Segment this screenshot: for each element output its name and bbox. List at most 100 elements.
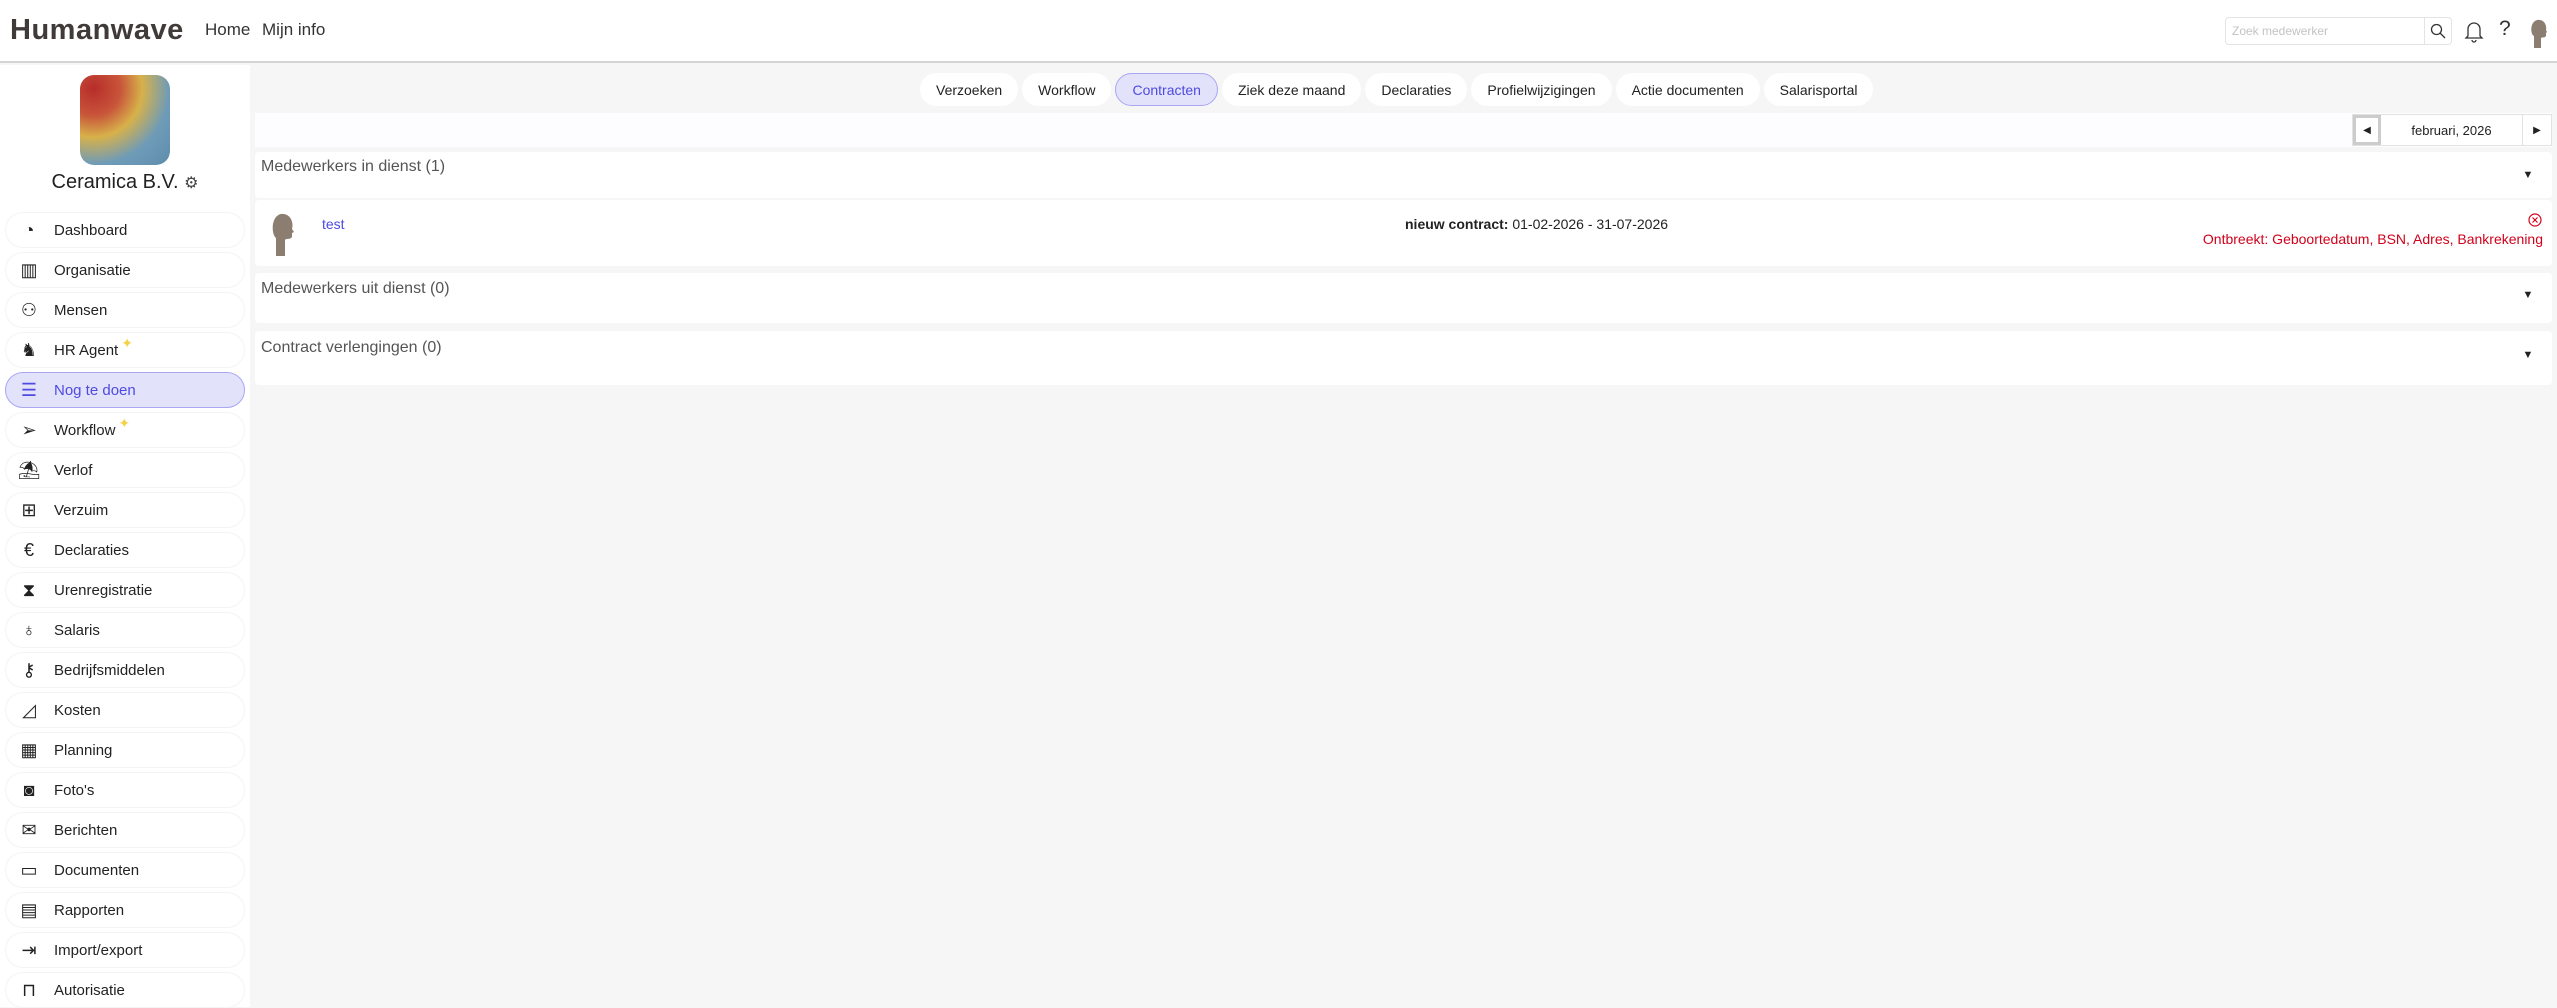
current-month: februari, 2026	[2381, 115, 2523, 145]
sidebar-item-label: Declaraties	[54, 541, 130, 559]
pie-chart-icon: ◔	[23, 219, 35, 240]
folder-icon: ▭	[20, 859, 38, 880]
sidebar-item-verlof[interactable]: ⛱ Verlof	[5, 452, 245, 488]
sidebar-item-label: Kosten	[54, 701, 101, 719]
sparkle-icon: ✦	[121, 334, 133, 351]
sidebar-item-label: Documenten	[54, 861, 140, 879]
sidebar-item-label: Verlof	[54, 461, 93, 479]
tab-verzoeken[interactable]: Verzoeken	[920, 73, 1019, 106]
search-input[interactable]	[2226, 18, 2424, 44]
sidebar-item-planning[interactable]: ▦ Planning	[5, 732, 245, 768]
search-icon	[2430, 23, 2446, 39]
calendar-icon: ▦	[20, 739, 38, 760]
sidebar-item-label: Berichten	[54, 821, 118, 839]
sidebar-item-label: Nog te doen	[54, 381, 136, 399]
sidebar-item-nog-te-doen[interactable]: ☰ Nog te doen	[5, 372, 245, 408]
paper-plane-icon: ➢	[21, 419, 37, 440]
contract-info: nieuw contract: 01-02-2026 - 31-07-2026	[1405, 216, 1668, 232]
section-title: Medewerkers uit dienst (0)	[261, 280, 450, 297]
nav-mijn-info[interactable]: Mijn info	[262, 20, 325, 40]
sidebar-item-dashboard[interactable]: ◔ Dashboard	[5, 212, 245, 248]
sidebar-item-label: Foto's	[54, 781, 95, 799]
previous-month-button[interactable]: ◀	[2353, 115, 2381, 145]
caret-down-icon[interactable]: ▼	[2512, 279, 2544, 311]
missing-data-warning: Ontbreekt: Geboortedatum, BSN, Adres, Ba…	[2202, 231, 2543, 247]
user-avatar[interactable]	[2528, 18, 2548, 48]
sidebar-item-label: Dashboard	[54, 221, 128, 239]
money-bag-icon: ♁	[22, 619, 36, 640]
import-export-icon: ⇥	[21, 939, 37, 960]
sparkle-icon: ✦	[118, 414, 131, 431]
tab-contracten[interactable]: Contracten	[1115, 73, 1218, 106]
tab-declaraties[interactable]: Declaraties	[1365, 73, 1468, 106]
key-icon: ⚷	[22, 659, 36, 680]
sidebar-item-berichten[interactable]: ✉ Berichten	[5, 812, 245, 848]
date-bar: ◀ februari, 2026 ▶	[255, 113, 2552, 147]
sidebar-item-declaraties[interactable]: € Declaraties	[5, 532, 245, 568]
employee-search	[2225, 17, 2452, 45]
tab-salarisportal[interactable]: Salarisportal	[1763, 73, 1874, 106]
sidebar-item-label: Rapporten	[54, 901, 125, 919]
camera-icon: ◙	[23, 779, 35, 800]
sidebar-item-label: Planning	[54, 741, 113, 759]
tab-profielwijzigingen[interactable]: Profielwijzigingen	[1471, 73, 1612, 106]
caret-down-icon[interactable]: ▼	[2512, 159, 2544, 191]
contract-label: nieuw contract:	[1405, 216, 1509, 232]
euro-icon: €	[23, 539, 34, 560]
sidebar-item-label: Autorisatie	[54, 981, 125, 999]
people-icon: ⚇	[20, 299, 38, 320]
sidebar-item-urenregistratie[interactable]: ⧗ Urenregistratie	[5, 572, 245, 608]
sidebar-item-import-export[interactable]: ⇥ Import/export	[5, 932, 245, 968]
month-picker: ◀ februari, 2026 ▶	[2352, 114, 2552, 146]
sidebar: Ceramica B.V. ⚙ ◔ Dashboard ▥ Organisatie ⚇ M…	[0, 65, 250, 1008]
messages-icon: ✉	[21, 819, 37, 840]
settings-gear-icon[interactable]: ⚙	[184, 175, 198, 192]
company-name-row: Ceramica B.V. ⚙	[0, 171, 250, 194]
caret-down-icon[interactable]: ▼	[2512, 339, 2544, 371]
search-button[interactable]	[2424, 18, 2451, 44]
sidebar-item-autorisatie[interactable]: ⊓ Autorisatie	[5, 972, 245, 1008]
sidebar-item-foto-s[interactable]: ◙ Foto's	[5, 772, 245, 808]
sidebar-item-kosten[interactable]: ◿ Kosten	[5, 692, 245, 728]
company-name: Ceramica B.V.	[51, 171, 179, 193]
company-logo	[80, 75, 170, 165]
error-circle-x-icon	[2528, 213, 2542, 227]
section-in-dienst[interactable]: Medewerkers in dienst (1) ▼	[255, 152, 2552, 198]
sidebar-item-label: Mensen	[54, 301, 108, 319]
hourglass-icon: ⧗	[22, 579, 36, 600]
building-icon: ▥	[20, 259, 38, 280]
section-uit-dienst[interactable]: Medewerkers uit dienst (0) ▼	[255, 273, 2552, 323]
help-icon[interactable]: ?	[2499, 17, 2511, 41]
next-month-button[interactable]: ▶	[2523, 115, 2551, 145]
sidebar-item-label: Organisatie	[54, 261, 131, 279]
sidebar-item-label: Bedrijfsmiddelen	[54, 661, 165, 679]
sidebar-item-salaris[interactable]: ♁ Salaris	[5, 612, 245, 648]
bell-icon[interactable]	[2464, 18, 2484, 44]
employee-name-link[interactable]: test	[322, 216, 345, 232]
sidebar-item-verzuim[interactable]: ⊞ Verzuim	[5, 492, 245, 528]
employee-avatar	[272, 213, 294, 256]
section-title: Contract verlengingen (0)	[261, 339, 442, 356]
employee-row: test nieuw contract: 01-02-2026 - 31-07-…	[255, 200, 2552, 266]
sidebar-item-rapporten[interactable]: ▤ Rapporten	[5, 892, 245, 928]
checklist-icon: ☰	[20, 379, 38, 400]
sidebar-item-label: Salaris	[54, 621, 100, 639]
report-icon: ▤	[20, 899, 38, 920]
sidebar-item-documenten[interactable]: ▭ Documenten	[5, 852, 245, 888]
sidebar-item-workflow[interactable]: ➢ Workflow ✦	[5, 412, 245, 448]
sidebar-item-hr-agent[interactable]: ♞ HR Agent ✦	[5, 332, 245, 368]
medical-kit-icon: ⊞	[21, 499, 37, 520]
tab-ziek-deze-maand[interactable]: Ziek deze maand	[1221, 73, 1362, 106]
palm-tree-icon: ⛱	[17, 459, 41, 480]
monkey-icon: ♞	[20, 339, 38, 360]
tab-workflow[interactable]: Workflow	[1022, 73, 1112, 106]
sidebar-item-mensen[interactable]: ⚇ Mensen	[5, 292, 245, 328]
section-title: Medewerkers in dienst (1)	[261, 158, 446, 175]
sidebar-item-label: Workflow	[54, 421, 116, 439]
sidebar-item-organisatie[interactable]: ▥ Organisatie	[5, 252, 245, 288]
tab-actie-documenten[interactable]: Actie documenten	[1615, 73, 1760, 106]
humanwave-logo[interactable]: Humanwave	[10, 14, 184, 47]
sidebar-item-bedrijfsmiddelen[interactable]: ⚷ Bedrijfsmiddelen	[5, 652, 245, 688]
nav-home[interactable]: Home	[205, 20, 250, 40]
section-contract-verlengingen[interactable]: Contract verlengingen (0) ▼	[255, 331, 2552, 385]
